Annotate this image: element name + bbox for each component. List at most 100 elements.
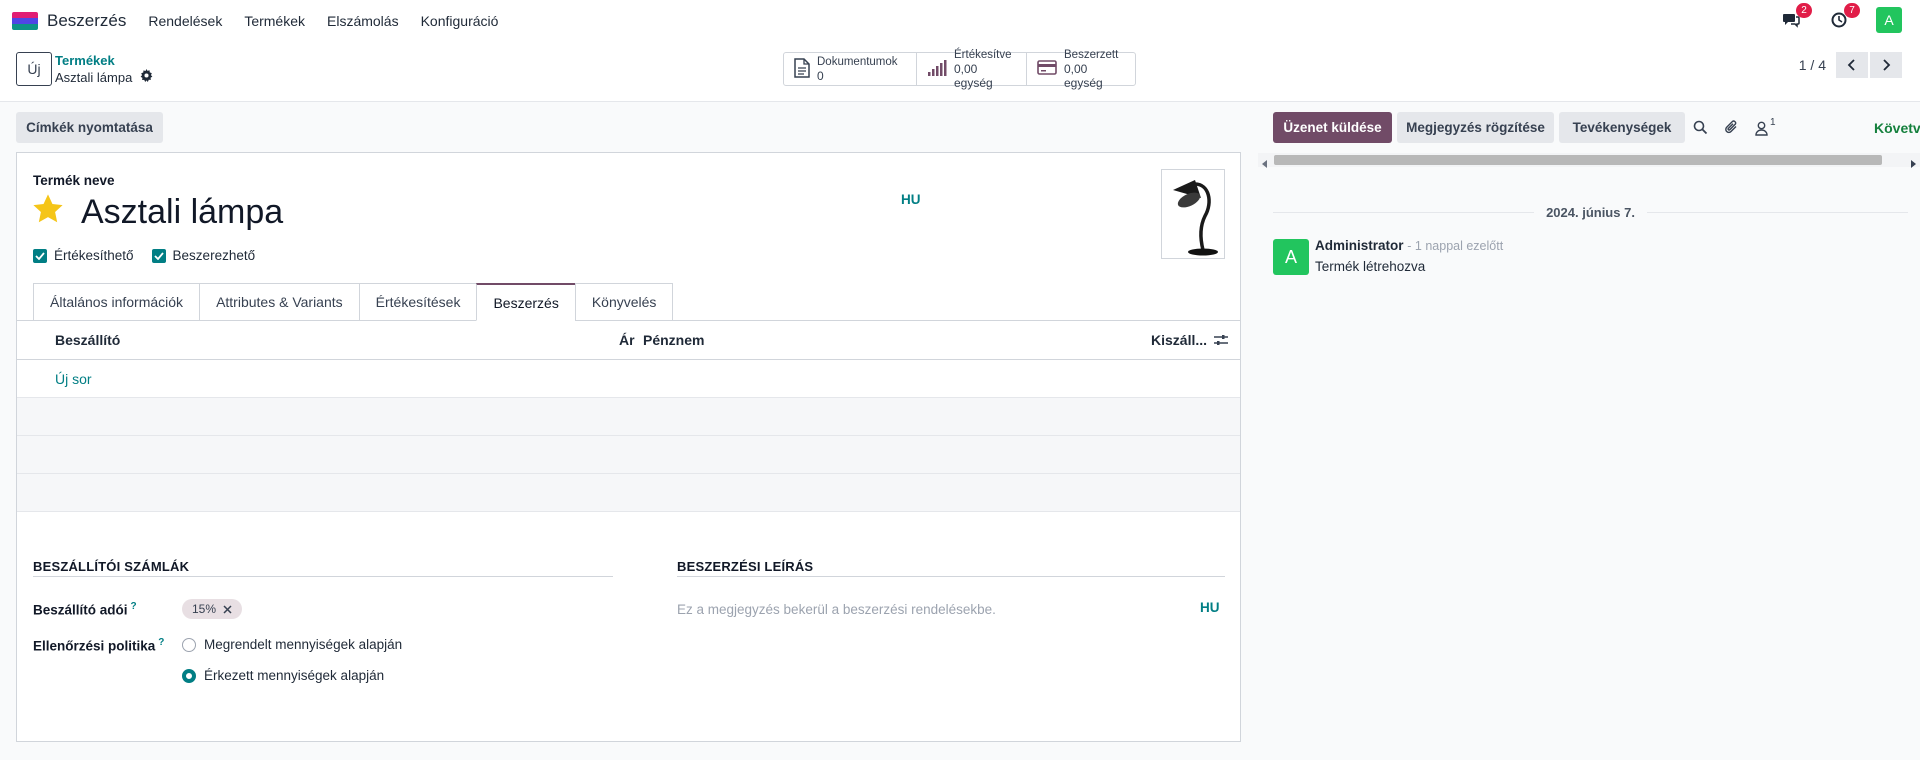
column-vendor[interactable]: Beszállító (55, 332, 120, 348)
new-button[interactable]: Új (16, 52, 52, 86)
tab-general-information[interactable]: Általános információk (33, 283, 200, 321)
message-author[interactable]: Administrator (1315, 238, 1404, 253)
radio-checked-icon (182, 668, 196, 683)
message-author-avatar[interactable]: A (1273, 239, 1309, 275)
help-icon[interactable]: ? (158, 637, 164, 648)
name-language-button[interactable]: HU (901, 192, 921, 207)
scrollbar-thumb[interactable] (1274, 155, 1882, 165)
can-be-purchased-label: Beszerezhető (172, 248, 256, 263)
paperclip-icon[interactable] (1724, 119, 1739, 138)
stat-documents-label: Dokumentumok (817, 56, 898, 68)
user-icon (1755, 121, 1768, 136)
systray: 2 7 A (1780, 3, 1902, 33)
top-navbar: Beszerzés Rendelések Termékek Elszámolás… (0, 0, 1920, 42)
scroll-left-arrow-icon[interactable] (1262, 156, 1268, 171)
description-language-button[interactable]: HU (1200, 600, 1220, 615)
tax-tag: 15% (182, 599, 243, 619)
close-icon[interactable] (223, 604, 232, 614)
table-row (17, 474, 1240, 512)
notebook-tabs: Általános információk Attributes & Varia… (33, 283, 674, 321)
add-line-link[interactable]: Új sor (55, 371, 92, 387)
product-image[interactable] (1161, 169, 1225, 259)
breadcrumb-current-label: Asztali lámpa (55, 69, 133, 85)
send-message-button[interactable]: Üzenet küldése (1273, 112, 1392, 143)
menu-products[interactable]: Termékek (244, 13, 305, 29)
stat-documents-value: 0 (817, 69, 824, 83)
vendor-taxes-label: Beszállító adói? (33, 601, 137, 618)
stat-purchased-label: Beszerzett (1064, 49, 1119, 61)
message-body: Termék létrehozva (1315, 259, 1426, 274)
followers-count: 1 (1770, 117, 1776, 128)
stat-purchased-value: 0,00 egység (1064, 62, 1103, 90)
user-avatar[interactable]: A (1876, 7, 1902, 33)
bar-chart-icon (927, 59, 947, 79)
column-price[interactable]: Ár (619, 332, 635, 348)
checkbox-checked-icon (151, 248, 166, 263)
can-be-sold-label: Értékesíthető (54, 248, 134, 263)
credit-card-icon (1037, 60, 1057, 78)
radio-unchecked-icon (182, 637, 196, 652)
search-icon[interactable] (1693, 120, 1708, 138)
column-settings-icon[interactable] (1213, 333, 1229, 350)
smart-buttons: Dokumentumok 0 Értékesítve 0,00 egység Bes… (783, 49, 1136, 90)
tab-purchase[interactable]: Beszerzés (476, 283, 575, 321)
followers-button[interactable]: 1 (1755, 117, 1776, 136)
product-name-input[interactable]: Asztali lámpa (81, 193, 283, 232)
pager-previous-button[interactable] (1836, 52, 1868, 78)
tab-sales[interactable]: Értékesítések (358, 283, 477, 321)
pager-value[interactable]: 1 / 4 (1799, 57, 1826, 73)
purchase-description-input[interactable]: Ez a megjegyzés bekerül a beszerzési ren… (677, 602, 996, 617)
pager-next-button[interactable] (1870, 52, 1902, 78)
chevron-right-icon (1883, 59, 1891, 71)
pager: 1 / 4 (1799, 52, 1902, 78)
policy-ordered-radio[interactable]: Megrendelt mennyiségek alapján (182, 637, 402, 652)
policy-received-radio[interactable]: Érkezett mennyiségek alapján (182, 668, 384, 683)
date-separator: 2024. június 7. (1273, 204, 1908, 220)
purchase-description-title: BESZERZÉSI LEÍRÁS (677, 559, 814, 574)
menu-configuration[interactable]: Konfiguráció (421, 13, 499, 29)
product-name-label: Termék neve (33, 173, 115, 188)
help-icon[interactable]: ? (131, 601, 137, 612)
product-flags: Értékesíthető Beszerezhető (33, 248, 255, 263)
activities-button[interactable]: Tevékenységek (1559, 112, 1685, 143)
stat-sold-value: 0,00 egység (954, 62, 993, 90)
menu-reporting[interactable]: Elszámolás (327, 13, 399, 29)
document-icon (794, 57, 810, 81)
smart-button-sold[interactable]: Értékesítve 0,00 egység (917, 49, 1027, 90)
horizontal-scrollbar[interactable] (1258, 153, 1920, 168)
breadcrumb-products-link[interactable]: Termékek (55, 53, 115, 68)
can-be-sold-checkbox[interactable]: Értékesíthető (33, 248, 134, 263)
column-delivery[interactable]: Kiszáll... (1151, 332, 1207, 348)
tab-accounting[interactable]: Könyvelés (574, 283, 674, 321)
smart-button-documents[interactable]: Dokumentumok 0 (784, 53, 917, 85)
messages-icon[interactable]: 2 (1780, 3, 1812, 31)
vendor-bills-title: BESZÁLLÍTÓI SZÁMLÁK (33, 559, 190, 574)
section-divider (33, 576, 613, 577)
scroll-right-arrow-icon[interactable] (1910, 156, 1916, 171)
table-row (17, 398, 1240, 436)
favorite-star-icon[interactable] (31, 193, 65, 228)
table-row (17, 436, 1240, 474)
policy-ordered-label: Megrendelt mennyiségek alapján (204, 637, 403, 652)
column-currency[interactable]: Pénznem (643, 332, 704, 348)
policy-received-label: Érkezett mennyiségek alapján (204, 668, 385, 683)
tab-attributes-variants[interactable]: Attributes & Variants (199, 283, 359, 321)
control-panel: Új Termékek Asztali lámpa Dokumentumok 0 … (0, 42, 1920, 102)
can-be-purchased-checkbox[interactable]: Beszerezhető (151, 248, 256, 263)
print-labels-button[interactable]: Címkék nyomtatása (16, 112, 163, 143)
menu-orders[interactable]: Rendelések (148, 13, 222, 29)
stat-sold-label: Értékesítve (954, 49, 1012, 61)
chatter-topbar-icons: 1 (1693, 117, 1776, 138)
breadcrumb-current: Asztali lámpa (55, 69, 153, 85)
table-row-add: Új sor (17, 360, 1240, 398)
log-note-button[interactable]: Megjegyzés rögzítése (1397, 112, 1554, 143)
app-brand[interactable]: Beszerzés (47, 11, 126, 31)
activities-clock-icon[interactable]: 7 (1828, 3, 1860, 31)
desk-lamp-icon (1173, 180, 1218, 256)
messages-badge: 2 (1796, 3, 1812, 18)
app-logo-icon[interactable] (12, 12, 38, 30)
vendor-table-header: Beszállító Ár Pénznem Kiszáll... (17, 321, 1240, 360)
smart-button-purchased[interactable]: Beszerzett 0,00 egység (1027, 49, 1135, 90)
follow-button[interactable]: Követve (1874, 120, 1920, 136)
gear-icon[interactable] (140, 69, 153, 85)
